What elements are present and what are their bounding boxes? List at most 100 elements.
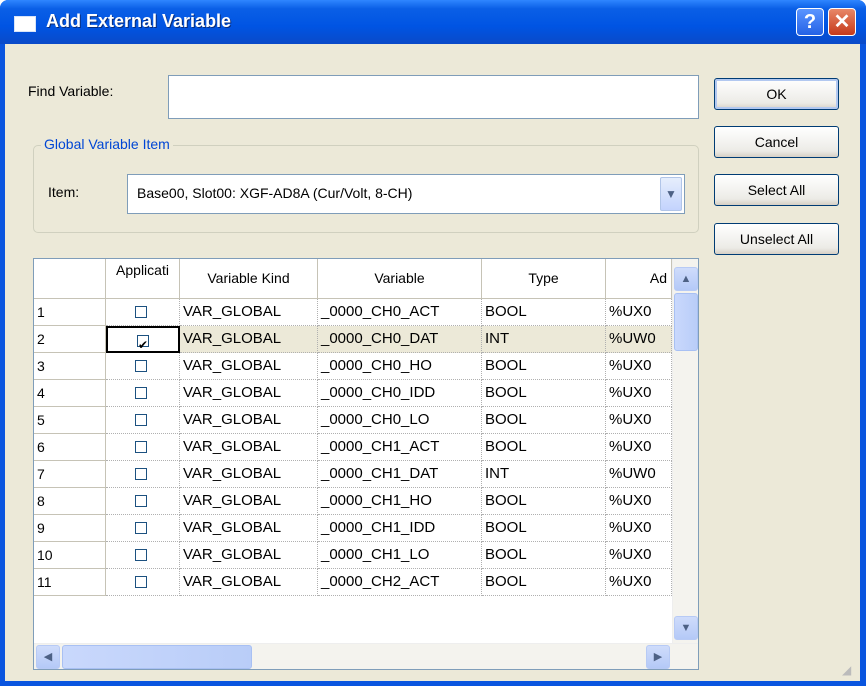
cell-variable-kind[interactable]: VAR_GLOBAL (180, 515, 318, 542)
cell-variable-kind[interactable]: VAR_GLOBAL (180, 407, 318, 434)
vertical-scrollbar[interactable]: ▲ ▼ (672, 259, 698, 643)
cancel-button[interactable]: Cancel (714, 126, 839, 158)
cell-type[interactable]: BOOL (482, 299, 606, 326)
application-checkbox[interactable] (137, 332, 149, 351)
cell-address[interactable]: %UX0 (606, 569, 672, 596)
title-bar[interactable]: Add External Variable ? ✕ (0, 0, 866, 44)
cell-variable-kind[interactable]: VAR_GLOBAL (180, 542, 318, 569)
application-checkbox[interactable] (135, 468, 147, 480)
cell-variable-kind[interactable]: VAR_GLOBAL (180, 353, 318, 380)
cell-application (106, 461, 180, 488)
column-header-variable[interactable]: Variable (318, 259, 482, 299)
row-number[interactable]: 8 (34, 488, 106, 515)
cell-address[interactable]: %UX0 (606, 380, 672, 407)
scroll-down-icon[interactable]: ▼ (674, 616, 698, 640)
cell-variable-kind[interactable]: VAR_GLOBAL (180, 299, 318, 326)
cell-variable-kind[interactable]: VAR_GLOBAL (180, 569, 318, 596)
cell-application (106, 515, 180, 542)
cell-address[interactable]: %UW0 (606, 461, 672, 488)
column-header-type[interactable]: Type (482, 259, 606, 299)
column-header-application[interactable]: Applicati (106, 259, 180, 299)
application-checkbox[interactable] (135, 549, 147, 561)
cell-variable[interactable]: _0000_CH1_IDD (318, 515, 482, 542)
cell-variable[interactable]: _0000_CH0_HO (318, 353, 482, 380)
cell-variable[interactable]: _0000_CH2_ACT (318, 569, 482, 596)
cell-application (106, 542, 180, 569)
column-header-variable-kind[interactable]: Variable Kind (180, 259, 318, 299)
application-checkbox[interactable] (135, 495, 147, 507)
cell-type[interactable]: BOOL (482, 434, 606, 461)
cell-type[interactable]: BOOL (482, 488, 606, 515)
cell-address[interactable]: %UX0 (606, 407, 672, 434)
row-number[interactable]: 9 (34, 515, 106, 542)
ok-button[interactable]: OK (714, 78, 839, 110)
row-number[interactable]: 7 (34, 461, 106, 488)
application-checkbox[interactable] (135, 522, 147, 534)
cell-address[interactable]: %UX0 (606, 542, 672, 569)
cell-application (106, 326, 180, 353)
item-combobox[interactable]: Base00, Slot00: XGF-AD8A (Cur/Volt, 8-CH… (127, 174, 685, 214)
find-variable-input[interactable] (168, 75, 699, 119)
cell-address[interactable]: %UX0 (606, 515, 672, 542)
application-checkbox[interactable] (135, 414, 147, 426)
cell-variable-kind[interactable]: VAR_GLOBAL (180, 434, 318, 461)
cell-address[interactable]: %UW0 (606, 326, 672, 353)
application-checkbox[interactable] (135, 441, 147, 453)
resize-grip-icon[interactable]: ◢ (842, 663, 856, 677)
unselect-all-button[interactable]: Unselect All (714, 223, 839, 255)
item-label: Item: (48, 184, 80, 200)
cell-type[interactable]: INT (482, 461, 606, 488)
cell-variable-kind[interactable]: VAR_GLOBAL (180, 380, 318, 407)
cell-type[interactable]: BOOL (482, 380, 606, 407)
cell-type[interactable]: INT (482, 326, 606, 353)
cell-type[interactable]: BOOL (482, 407, 606, 434)
row-number[interactable]: 11 (34, 569, 106, 596)
application-checkbox[interactable] (135, 360, 147, 372)
cell-type[interactable]: BOOL (482, 353, 606, 380)
cell-application (106, 353, 180, 380)
row-number[interactable]: 2 (34, 326, 106, 353)
cell-type[interactable]: BOOL (482, 515, 606, 542)
cell-variable-kind[interactable]: VAR_GLOBAL (180, 326, 318, 353)
cell-variable[interactable]: _0000_CH0_LO (318, 407, 482, 434)
row-number[interactable]: 6 (34, 434, 106, 461)
chevron-down-icon[interactable]: ▼ (660, 177, 682, 211)
cell-variable[interactable]: _0000_CH0_ACT (318, 299, 482, 326)
scroll-left-icon[interactable]: ◀ (36, 645, 60, 669)
cell-type[interactable]: BOOL (482, 569, 606, 596)
cell-application (106, 380, 180, 407)
scroll-right-icon[interactable]: ▶ (646, 645, 670, 669)
close-button[interactable]: ✕ (828, 8, 856, 36)
row-number[interactable]: 1 (34, 299, 106, 326)
cell-address[interactable]: %UX0 (606, 488, 672, 515)
row-number[interactable]: 5 (34, 407, 106, 434)
application-checkbox[interactable] (135, 306, 147, 318)
scroll-up-icon[interactable]: ▲ (674, 267, 698, 291)
row-number[interactable]: 3 (34, 353, 106, 380)
help-button[interactable]: ? (796, 8, 824, 36)
cell-address[interactable]: %UX0 (606, 353, 672, 380)
cell-application (106, 299, 180, 326)
column-header-address[interactable]: Ad (606, 259, 672, 299)
cell-variable[interactable]: _0000_CH0_IDD (318, 380, 482, 407)
cell-variable[interactable]: _0000_CH1_ACT (318, 434, 482, 461)
horizontal-scroll-thumb[interactable] (62, 645, 252, 669)
cell-variable[interactable]: _0000_CH1_HO (318, 488, 482, 515)
cell-variable[interactable]: _0000_CH1_LO (318, 542, 482, 569)
cell-address[interactable]: %UX0 (606, 434, 672, 461)
vertical-scroll-thumb[interactable] (674, 293, 698, 351)
cell-variable[interactable]: _0000_CH0_DAT (318, 326, 482, 353)
cell-variable-kind[interactable]: VAR_GLOBAL (180, 461, 318, 488)
row-number[interactable]: 4 (34, 380, 106, 407)
horizontal-scrollbar[interactable]: ◀ ▶ (34, 643, 698, 669)
application-checkbox[interactable] (135, 576, 147, 588)
select-all-button[interactable]: Select All (714, 174, 839, 206)
variable-grid[interactable]: Applicati Variable Kind Variable Type Ad… (33, 258, 699, 670)
cell-address[interactable]: %UX0 (606, 299, 672, 326)
application-checkbox[interactable] (135, 387, 147, 399)
cell-type[interactable]: BOOL (482, 542, 606, 569)
row-number[interactable]: 10 (34, 542, 106, 569)
cell-variable-kind[interactable]: VAR_GLOBAL (180, 488, 318, 515)
cell-application (106, 434, 180, 461)
cell-variable[interactable]: _0000_CH1_DAT (318, 461, 482, 488)
